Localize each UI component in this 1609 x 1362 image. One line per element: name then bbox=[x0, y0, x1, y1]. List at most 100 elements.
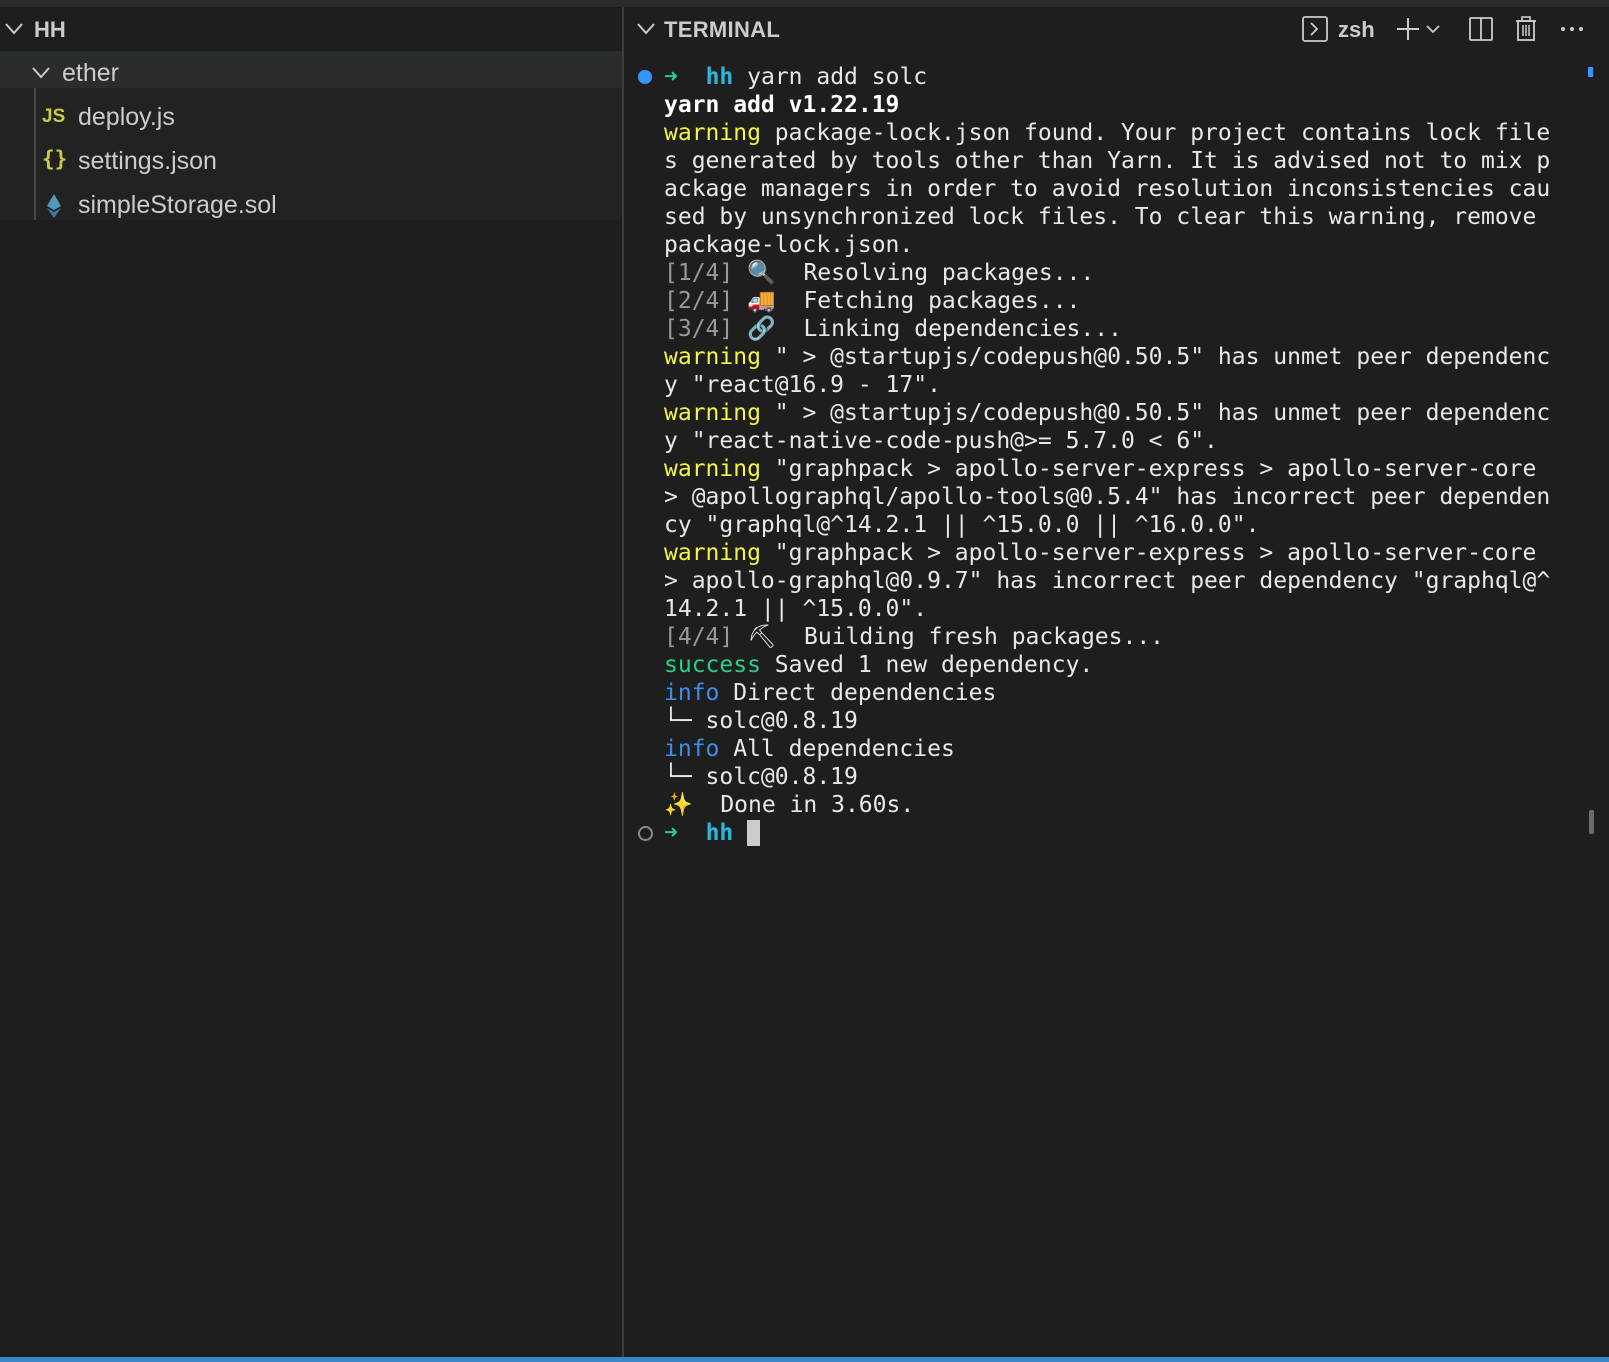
output-line: ✨ Done in 3.60s. bbox=[624, 791, 1564, 819]
output-line: [4/4] ⛏ Building fresh packages... bbox=[624, 623, 1564, 651]
output-line: warning "graphpack > apollo-server-expre… bbox=[624, 539, 1564, 567]
output-line: cy "graphql@^14.2.1 || ^15.0.0 || ^16.0.… bbox=[624, 511, 1564, 539]
more-actions-icon[interactable] bbox=[1558, 15, 1586, 43]
step-emoji: 🚚 bbox=[747, 288, 776, 314]
warning-label: warning bbox=[664, 400, 761, 426]
file-label: simpleStorage.sol bbox=[78, 191, 277, 219]
output-text: 14.2.1 || ^15.0.0". bbox=[664, 596, 928, 622]
terminal-header: TERMINAL zsh bbox=[624, 7, 1609, 51]
output-text: └─ solc@0.8.19 bbox=[664, 708, 858, 734]
output-line: > apollo-graphql@0.9.7" has incorrect pe… bbox=[624, 567, 1564, 595]
output-line: y "react@16.9 - 17". bbox=[624, 371, 1564, 399]
output-text: y "react@16.9 - 17". bbox=[664, 372, 941, 398]
prompt-cwd: hh bbox=[705, 64, 734, 90]
trash-icon[interactable] bbox=[1512, 15, 1540, 43]
scrollbar-marker bbox=[1588, 67, 1593, 77]
output-line: > @apollographql/apollo-tools@0.5.4" has… bbox=[624, 483, 1564, 511]
output-text: Resolving packages... bbox=[775, 260, 1095, 286]
output-text: > apollo-graphql@0.9.7" has incorrect pe… bbox=[664, 568, 1551, 594]
warning-label: warning bbox=[664, 120, 761, 146]
output-text: sed by unsynchronized lock files. To cle… bbox=[664, 204, 1537, 230]
add-terminal-icon[interactable] bbox=[1394, 15, 1422, 43]
prompt-arrow: ➜ bbox=[664, 64, 678, 90]
json-file-icon: {} bbox=[42, 147, 68, 171]
terminal-panel: TERMINAL zsh ➜ hh yarn add solc yarn add… bbox=[624, 7, 1609, 1357]
warning-label: warning bbox=[664, 456, 761, 482]
chevron-down-icon[interactable] bbox=[2, 21, 26, 37]
prompt-status-dot[interactable] bbox=[638, 826, 653, 841]
output-line: └─ solc@0.8.19 bbox=[624, 707, 1564, 735]
output-line: ackage managers in order to avoid resolu… bbox=[624, 175, 1564, 203]
chevron-down-icon[interactable] bbox=[30, 66, 52, 80]
output-line: info Direct dependencies bbox=[624, 679, 1564, 707]
step-counter: [3/4] bbox=[664, 316, 734, 342]
status-bar bbox=[0, 1357, 1609, 1362]
output-text: " > @startupjs/codepush@0.50.5" has unme… bbox=[760, 344, 1551, 370]
output-line: s generated by tools other than Yarn. It… bbox=[624, 147, 1564, 175]
output-text: s generated by tools other than Yarn. It… bbox=[664, 148, 1551, 174]
output-line: [1/4] 🔍 Resolving packages... bbox=[624, 259, 1564, 287]
step-counter: [4/4] bbox=[664, 624, 734, 650]
step-emoji: ✨ bbox=[664, 792, 693, 818]
split-terminal-icon[interactable] bbox=[1467, 15, 1495, 43]
file-settings-json[interactable]: {} settings.json bbox=[0, 139, 622, 183]
output-line: warning package-lock.json found. Your pr… bbox=[624, 119, 1564, 147]
prompt-cwd: hh bbox=[705, 820, 734, 846]
terminal-cursor bbox=[747, 820, 761, 846]
chevron-down-icon[interactable] bbox=[634, 21, 658, 37]
prompt-line[interactable]: ➜ hh bbox=[624, 819, 1564, 847]
output-line: warning "graphpack > apollo-server-expre… bbox=[624, 455, 1564, 483]
output-text: ackage managers in order to avoid resolu… bbox=[664, 176, 1551, 202]
output-text: └─ solc@0.8.19 bbox=[664, 764, 858, 790]
info-label: info bbox=[664, 680, 720, 706]
output-line: y "react-native-code-push@>= 5.7.0 < 6". bbox=[624, 427, 1564, 455]
terminal-scrollbar[interactable] bbox=[1589, 810, 1594, 834]
output-line: yarn add v1.22.19 bbox=[624, 91, 1564, 119]
output-text: " > @startupjs/codepush@0.50.5" has unme… bbox=[760, 400, 1551, 426]
output-text: Direct dependencies bbox=[719, 680, 997, 706]
output-line: success Saved 1 new dependency. bbox=[624, 651, 1564, 679]
output-text: package-lock.json found. Your project co… bbox=[760, 120, 1551, 146]
info-label: info bbox=[664, 736, 720, 762]
output-text: All dependencies bbox=[719, 736, 955, 762]
output-text: "graphpack > apollo-server-express > apo… bbox=[760, 540, 1537, 566]
step-emoji: 🔗 bbox=[747, 316, 776, 342]
success-label: success bbox=[664, 652, 761, 678]
output-line: 14.2.1 || ^15.0.0". bbox=[624, 595, 1564, 623]
terminal-output[interactable]: ➜ hh yarn add solc yarn add v1.22.19 war… bbox=[624, 63, 1564, 847]
command-text: yarn add solc bbox=[747, 64, 928, 90]
output-text: Fetching packages... bbox=[775, 288, 1081, 314]
command-line: ➜ hh yarn add solc bbox=[624, 63, 1564, 91]
file-deploy-js[interactable]: JS deploy.js bbox=[0, 95, 622, 139]
output-text: Linking dependencies... bbox=[775, 316, 1122, 342]
output-text: Done in 3.60s. bbox=[692, 792, 915, 818]
file-simplestorage-sol[interactable]: simpleStorage.sol bbox=[0, 183, 622, 227]
step-emoji: 🔍 bbox=[747, 260, 776, 286]
prompt-arrow: ➜ bbox=[664, 820, 678, 846]
workspace-title: HH bbox=[34, 17, 66, 42]
warning-label: warning bbox=[664, 344, 761, 370]
output-line: warning " > @startupjs/codepush@0.50.5" … bbox=[624, 399, 1564, 427]
output-text: "graphpack > apollo-server-express > apo… bbox=[760, 456, 1537, 482]
window-top-strip bbox=[0, 0, 1609, 7]
terminal-shell-label[interactable]: zsh bbox=[1338, 17, 1375, 43]
terminal-title[interactable]: TERMINAL bbox=[664, 17, 780, 43]
folder-label: ether bbox=[62, 59, 119, 87]
file-label: settings.json bbox=[78, 147, 217, 175]
step-emoji: ⛏ bbox=[747, 624, 777, 650]
output-line: [3/4] 🔗 Linking dependencies... bbox=[624, 315, 1564, 343]
output-text: cy "graphql@^14.2.1 || ^15.0.0 || ^16.0.… bbox=[664, 512, 1260, 538]
terminal-shell-icon[interactable] bbox=[1301, 15, 1329, 43]
output-text: > @apollographql/apollo-tools@0.5.4" has… bbox=[664, 484, 1551, 510]
output-text: Saved 1 new dependency. bbox=[760, 652, 1094, 678]
command-status-dot[interactable] bbox=[638, 70, 652, 84]
step-counter: [2/4] bbox=[664, 288, 734, 314]
chevron-down-icon[interactable] bbox=[1424, 15, 1442, 43]
explorer-header[interactable]: HH bbox=[0, 7, 622, 51]
output-text: yarn add v1.22.19 bbox=[664, 92, 900, 118]
warning-label: warning bbox=[664, 540, 761, 566]
output-line: package-lock.json. bbox=[624, 231, 1564, 259]
output-line: [2/4] 🚚 Fetching packages... bbox=[624, 287, 1564, 315]
output-line: info All dependencies bbox=[624, 735, 1564, 763]
step-counter: [1/4] bbox=[664, 260, 734, 286]
